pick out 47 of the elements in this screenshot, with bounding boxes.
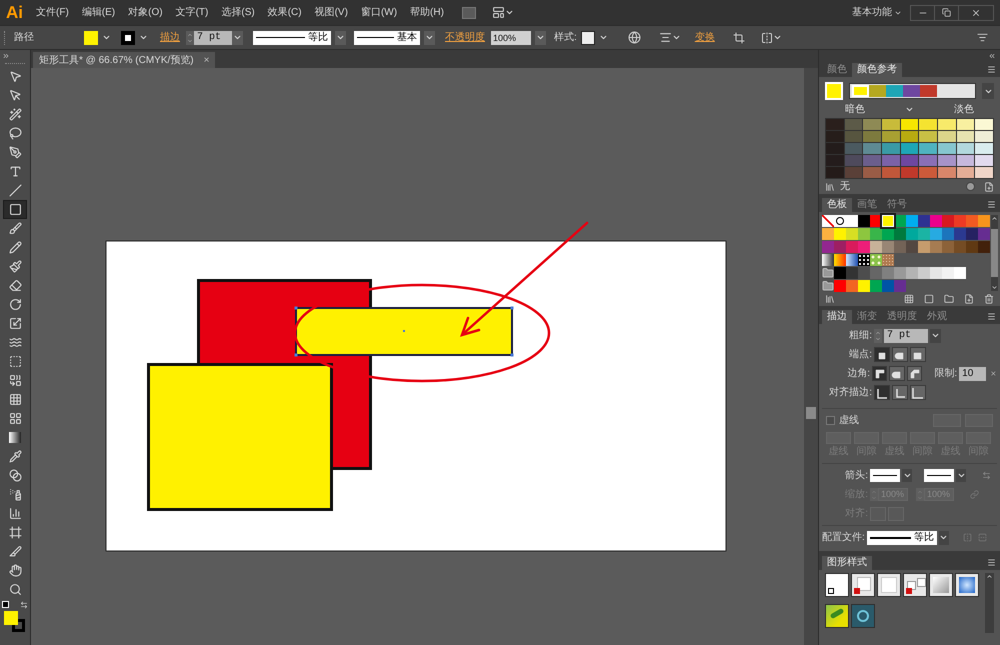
profile-dropdown[interactable]: 等比: [253, 30, 331, 44]
menu-item[interactable]: 选择(S): [221, 5, 255, 20]
light-label: 淡色: [954, 103, 974, 117]
weight-label: 粗细:: [848, 329, 872, 343]
workspace-switcher[interactable]: 基本功能: [852, 5, 892, 20]
panel-tab[interactable]: 透明度: [882, 310, 922, 324]
menu-item[interactable]: 视图(V): [314, 5, 348, 20]
tab-close-button[interactable]: ×: [204, 52, 210, 68]
menu-item[interactable]: 窗口(W): [360, 5, 398, 20]
transform-link[interactable]: 变换: [694, 30, 715, 45]
profile-dropdown[interactable]: 等比: [866, 530, 937, 544]
app-logo: Ai: [6, 2, 24, 24]
dashed-label: 虚线: [839, 414, 859, 428]
brush-dropdown[interactable]: 基本: [354, 30, 420, 44]
document-tab[interactable]: 矩形工具* @ 66.67% (CMYK/预览) ×: [33, 52, 216, 68]
panel-tab[interactable]: 画笔: [852, 198, 882, 212]
weight-field[interactable]: 7 pt: [884, 328, 928, 342]
style-label: 样式:: [554, 30, 577, 45]
align-stroke-label: 对齐描边:: [828, 386, 872, 400]
panel-tab[interactable]: 色板: [822, 198, 852, 212]
panel-tab[interactable]: 符号: [882, 198, 912, 212]
panel-tab[interactable]: 外观: [922, 310, 952, 324]
limit-label: 限制:: [934, 366, 958, 381]
profile-label: 配置文件:: [822, 530, 865, 545]
panel-tab[interactable]: 颜色: [822, 63, 852, 77]
menu-item[interactable]: 文件(F): [36, 5, 69, 20]
opacity-link[interactable]: 不透明度: [445, 30, 485, 45]
corner-label: 边角:: [846, 366, 870, 381]
menu-item[interactable]: 文字(T): [176, 5, 208, 20]
panel-tab[interactable]: 渐变: [852, 310, 882, 324]
none-label: 无: [840, 180, 850, 194]
stroke-link[interactable]: 描边: [160, 30, 180, 45]
arrowhead-label: 箭头:: [844, 468, 868, 483]
stroke-weight-field[interactable]: 7 pt: [194, 30, 232, 44]
dark-label: 暗色: [845, 102, 865, 117]
menu-item[interactable]: 效果(C): [268, 5, 302, 20]
opacity-field[interactable]: 100%: [491, 30, 531, 44]
panel-tab[interactable]: 图形样式: [822, 556, 872, 570]
menu-item[interactable]: 帮助(H): [410, 5, 444, 20]
object-type-label: 路径: [14, 31, 35, 45]
menu-item[interactable]: 对象(O): [128, 5, 163, 20]
menu-item[interactable]: 编辑(E): [82, 5, 116, 20]
panel-tab[interactable]: 颜色参考: [852, 63, 902, 77]
limit-field[interactable]: 10: [959, 366, 986, 380]
panel-tab[interactable]: 描边: [822, 310, 852, 324]
cap-label: 端点:: [848, 348, 872, 362]
document-title: 矩形工具* @ 66.67% (CMYK/预览): [39, 54, 194, 68]
